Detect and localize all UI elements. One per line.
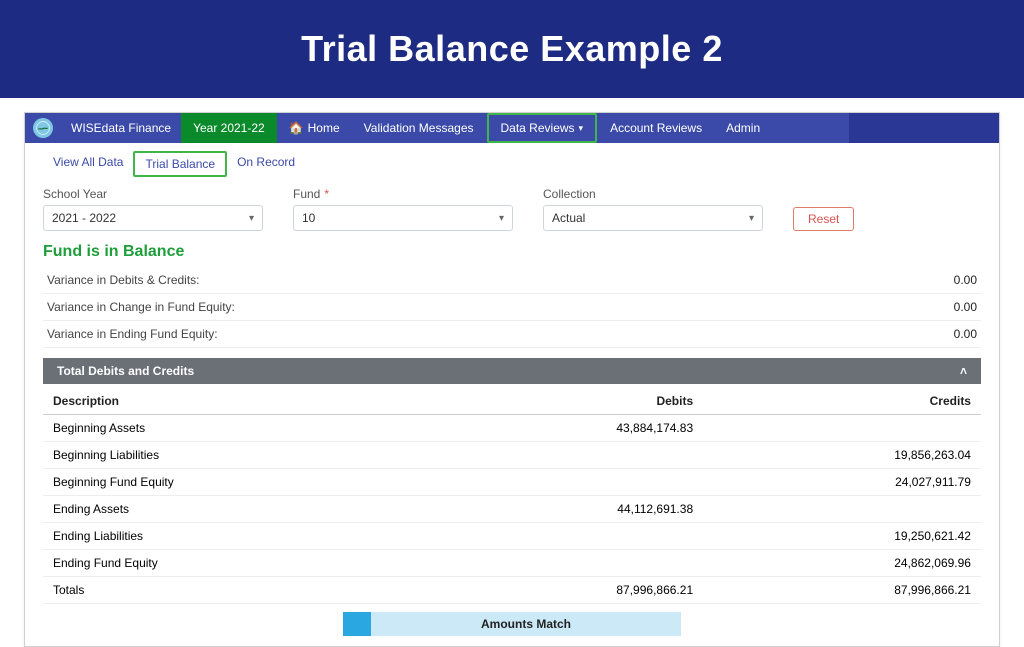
variance-value: 0.00 [954, 273, 977, 287]
cell-description: Beginning Assets [53, 421, 475, 435]
cell-description: Beginning Liabilities [53, 448, 475, 462]
variance-row: Variance in Ending Fund Equity: 0.00 [43, 321, 981, 348]
balance-status-heading: Fund is in Balance [39, 241, 985, 267]
cell-credits [723, 421, 971, 435]
nav-validation-label: Validation Messages [364, 113, 474, 143]
cell-credits: 24,027,911.79 [723, 475, 971, 489]
tab-on-record[interactable]: On Record [227, 151, 305, 177]
fund-label-text: Fund [293, 187, 320, 201]
debits-credits-table: Description Debits Credits Beginning Ass… [43, 388, 981, 604]
nav-home[interactable]: 🏠 Home [277, 113, 352, 143]
cell-credits: 19,250,621.42 [723, 529, 971, 543]
home-icon: 🏠 [289, 113, 304, 143]
nav-data-reviews[interactable]: Data Reviews ▾ [487, 113, 598, 143]
nav-account-reviews[interactable]: Account Reviews [598, 113, 714, 143]
amount-match-wrap: Amounts Match [39, 612, 985, 636]
variance-label: Variance in Debits & Credits: [47, 273, 200, 287]
cell-debits [475, 556, 723, 570]
table-row-totals: Totals 87,996,866.21 87,996,866.21 [43, 577, 981, 604]
nav-account-reviews-label: Account Reviews [610, 113, 702, 143]
filter-fund-group: Fund * 10 ▾ [293, 187, 513, 231]
variance-row: Variance in Debits & Credits: 0.00 [43, 267, 981, 294]
match-bar-label: Amounts Match [481, 617, 571, 631]
required-asterisk: * [324, 187, 329, 201]
variance-label: Variance in Ending Fund Equity: [47, 327, 218, 341]
variance-value: 0.00 [954, 300, 977, 314]
chevron-down-icon: ▾ [579, 115, 584, 141]
nav-brand: WISEdata Finance [61, 113, 181, 143]
col-credits: Credits [723, 394, 971, 408]
variance-label: Variance in Change in Fund Equity: [47, 300, 235, 314]
cell-description: Totals [53, 583, 475, 597]
fund-label: Fund * [293, 187, 513, 201]
collection-select[interactable]: Actual ▾ [543, 205, 763, 231]
table-row: Beginning Fund Equity 24,027,911.79 [43, 469, 981, 496]
cell-debits: 43,884,174.83 [475, 421, 723, 435]
cell-debits: 87,996,866.21 [475, 583, 723, 597]
chevron-up-icon: ˄ [960, 364, 967, 378]
cell-credits: 24,862,069.96 [723, 556, 971, 570]
fund-value: 10 [302, 211, 315, 225]
filter-row: School Year 2021 - 2022 ▾ Fund * 10 ▾ Col… [25, 183, 999, 241]
nav-data-reviews-label: Data Reviews [501, 115, 575, 141]
col-debits: Debits [475, 394, 723, 408]
amount-match-bar: Amounts Match [343, 612, 681, 636]
cell-debits: 44,112,691.38 [475, 502, 723, 516]
cell-credits: 87,996,866.21 [723, 583, 971, 597]
tab-trial-balance[interactable]: Trial Balance [133, 151, 227, 177]
collection-label: Collection [543, 187, 763, 201]
cell-debits [475, 529, 723, 543]
cell-description: Ending Assets [53, 502, 475, 516]
table-row: Ending Fund Equity 24,862,069.96 [43, 550, 981, 577]
table-header-row: Description Debits Credits [43, 388, 981, 415]
school-year-select[interactable]: 2021 - 2022 ▾ [43, 205, 263, 231]
page-title-band: Trial Balance Example 2 [0, 0, 1024, 98]
section-bar-label: Total Debits and Credits [57, 364, 194, 378]
variance-list: Variance in Debits & Credits: 0.00 Varia… [39, 267, 985, 348]
match-bar-segment-light: Amounts Match [371, 612, 681, 636]
cell-credits [723, 502, 971, 516]
nav-dark-spacer [849, 113, 999, 143]
filter-school-year-group: School Year 2021 - 2022 ▾ [43, 187, 263, 231]
match-bar-segment-blue [343, 612, 371, 636]
app-window: WISEdata Finance Year 2021-22 🏠 Home Val… [24, 112, 1000, 647]
table-row: Beginning Liabilities 19,856,263.04 [43, 442, 981, 469]
cell-description: Ending Fund Equity [53, 556, 475, 570]
col-description: Description [53, 394, 475, 408]
nav-year-label: Year 2021-22 [193, 113, 265, 143]
nav-year[interactable]: Year 2021-22 [181, 113, 277, 143]
cell-debits [475, 448, 723, 462]
cell-description: Ending Liabilities [53, 529, 475, 543]
tab-view-all-data[interactable]: View All Data [43, 151, 133, 177]
table-row: Ending Assets 44,112,691.38 [43, 496, 981, 523]
collection-value: Actual [552, 211, 585, 225]
top-nav: WISEdata Finance Year 2021-22 🏠 Home Val… [25, 113, 999, 143]
cell-credits: 19,856,263.04 [723, 448, 971, 462]
sub-tabs: View All Data Trial Balance On Record [25, 143, 999, 183]
chevron-down-icon: ▾ [499, 213, 504, 224]
school-year-value: 2021 - 2022 [52, 211, 116, 225]
variance-value: 0.00 [954, 327, 977, 341]
school-year-label: School Year [43, 187, 263, 201]
nav-validation-messages[interactable]: Validation Messages [352, 113, 486, 143]
filter-collection-group: Collection Actual ▾ [543, 187, 763, 231]
page-title: Trial Balance Example 2 [301, 28, 723, 70]
cell-description: Beginning Fund Equity [53, 475, 475, 489]
logo-icon [33, 118, 53, 138]
section-bar-total-debits-credits[interactable]: Total Debits and Credits ˄ [43, 358, 981, 384]
nav-admin[interactable]: Admin [714, 113, 772, 143]
variance-row: Variance in Change in Fund Equity: 0.00 [43, 294, 981, 321]
chevron-down-icon: ▾ [749, 213, 754, 224]
cell-debits [475, 475, 723, 489]
fund-select[interactable]: 10 ▾ [293, 205, 513, 231]
chevron-down-icon: ▾ [249, 213, 254, 224]
table-row: Ending Liabilities 19,250,621.42 [43, 523, 981, 550]
table-row: Beginning Assets 43,884,174.83 [43, 415, 981, 442]
reset-button[interactable]: Reset [793, 207, 854, 231]
nav-home-label: Home [308, 113, 340, 143]
nav-admin-label: Admin [726, 113, 760, 143]
